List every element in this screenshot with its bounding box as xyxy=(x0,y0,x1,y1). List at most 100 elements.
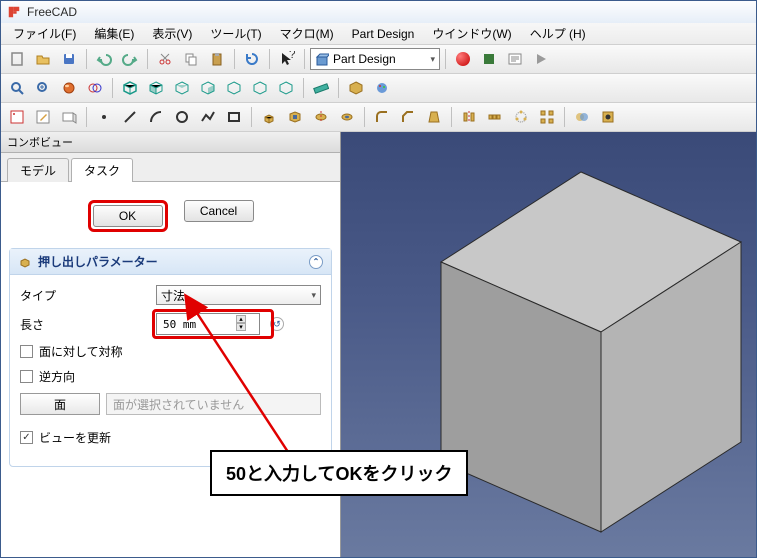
arc-button[interactable] xyxy=(144,105,168,129)
update-checkbox[interactable]: ✓ xyxy=(20,431,33,444)
view-right-button[interactable] xyxy=(196,76,220,100)
view-top-button[interactable] xyxy=(170,76,194,100)
titlebar: FreeCAD xyxy=(1,1,756,23)
menu-tools[interactable]: ツール(T) xyxy=(202,23,269,44)
tab-task[interactable]: タスク xyxy=(71,158,133,182)
edit-sketch-button[interactable] xyxy=(31,105,55,129)
circle-button[interactable] xyxy=(170,105,194,129)
fillet-button[interactable] xyxy=(370,105,394,129)
freecad-logo xyxy=(7,5,21,19)
draft-icon xyxy=(426,109,442,125)
copy-button[interactable] xyxy=(179,47,203,71)
ok-button[interactable]: OK xyxy=(93,205,163,227)
groove-button[interactable] xyxy=(335,105,359,129)
polar-pattern-icon xyxy=(513,109,529,125)
paste-button[interactable] xyxy=(205,47,229,71)
polyline-icon xyxy=(200,109,216,125)
point-button[interactable] xyxy=(92,105,116,129)
cancel-button[interactable]: Cancel xyxy=(184,200,254,222)
redo-button[interactable] xyxy=(118,47,142,71)
whatsthis-button[interactable]: ? xyxy=(275,47,299,71)
tab-model[interactable]: モデル xyxy=(7,158,69,182)
revolution-button[interactable] xyxy=(309,105,333,129)
arc-icon xyxy=(148,109,164,125)
draft-button[interactable] xyxy=(422,105,446,129)
refresh-button[interactable] xyxy=(240,47,264,71)
save-button[interactable] xyxy=(57,47,81,71)
spin-up-icon[interactable]: ▴ xyxy=(236,315,246,323)
new-file-button[interactable] xyxy=(5,47,29,71)
cube-iso-icon xyxy=(122,80,138,96)
reversed-checkbox[interactable] xyxy=(20,370,33,383)
chamfer-icon xyxy=(400,109,416,125)
save-icon xyxy=(61,51,77,67)
draw-style-button[interactable] xyxy=(57,76,81,100)
menubar: ファイル(F) 編集(E) 表示(V) ツール(T) マクロ(M) Part D… xyxy=(1,23,756,45)
face-select-button[interactable]: 面 xyxy=(20,393,100,415)
collapse-icon[interactable]: ⌃ xyxy=(309,255,323,269)
cube-top-icon xyxy=(174,80,190,96)
measure-button[interactable] xyxy=(309,76,333,100)
menu-macro[interactable]: マクロ(M) xyxy=(272,23,342,44)
mirror-button[interactable] xyxy=(457,105,481,129)
open-file-button[interactable] xyxy=(31,47,55,71)
type-combo[interactable]: 寸法 xyxy=(156,285,321,305)
spin-down-icon[interactable]: ▾ xyxy=(236,323,246,331)
rectangle-button[interactable] xyxy=(222,105,246,129)
macro-record-button[interactable] xyxy=(451,47,475,71)
chamfer-button[interactable] xyxy=(396,105,420,129)
scissors-icon xyxy=(157,51,173,67)
menu-edit[interactable]: 編集(E) xyxy=(86,23,142,44)
stereo-button[interactable] xyxy=(83,76,107,100)
group-header[interactable]: 押し出しパラメーター ⌃ xyxy=(10,249,331,275)
cut-button[interactable] xyxy=(153,47,177,71)
menu-file[interactable]: ファイル(F) xyxy=(5,23,84,44)
hole-button[interactable] xyxy=(596,105,620,129)
file-icon xyxy=(9,51,25,67)
view-iso-button[interactable] xyxy=(118,76,142,100)
separator xyxy=(86,49,87,69)
macro-play-button[interactable] xyxy=(529,47,553,71)
view-rear-button[interactable] xyxy=(222,76,246,100)
svg-text:?: ? xyxy=(289,51,295,61)
separator xyxy=(451,107,452,127)
menu-help[interactable]: ヘルプ (H) xyxy=(522,23,594,44)
pocket-button[interactable] xyxy=(283,105,307,129)
map-sketch-button[interactable] xyxy=(57,105,81,129)
linear-pattern-button[interactable] xyxy=(483,105,507,129)
macro-stop-button[interactable] xyxy=(477,47,501,71)
symmetric-checkbox[interactable] xyxy=(20,345,33,358)
new-sketch-button[interactable] xyxy=(5,105,29,129)
part-button[interactable] xyxy=(344,76,368,100)
separator xyxy=(303,78,304,98)
appearance-button[interactable] xyxy=(370,76,394,100)
cube-rear-icon xyxy=(226,80,242,96)
macro-list-button[interactable] xyxy=(503,47,527,71)
menu-partdesign[interactable]: Part Design xyxy=(344,25,423,43)
separator xyxy=(86,107,87,127)
linear-pattern-icon xyxy=(487,109,503,125)
play-icon xyxy=(533,51,549,67)
menu-view[interactable]: 表示(V) xyxy=(144,23,200,44)
polar-pattern-button[interactable] xyxy=(509,105,533,129)
separator xyxy=(251,107,252,127)
length-spinner[interactable]: ▴▾ xyxy=(236,315,246,331)
undo-button[interactable] xyxy=(92,47,116,71)
zoom-in-button[interactable] xyxy=(31,76,55,100)
polyline-button[interactable] xyxy=(196,105,220,129)
menu-window[interactable]: ウインドウ(W) xyxy=(424,23,519,44)
line-button[interactable] xyxy=(118,105,142,129)
boolean-button[interactable] xyxy=(570,105,594,129)
view-front-button[interactable] xyxy=(144,76,168,100)
point-icon xyxy=(96,109,112,125)
view-bottom-button[interactable] xyxy=(248,76,272,100)
workbench-selector[interactable]: Part Design xyxy=(310,48,440,70)
length-reset-button[interactable]: ↺ xyxy=(270,317,284,331)
view-left-button[interactable] xyxy=(274,76,298,100)
pad-button[interactable] xyxy=(257,105,281,129)
group-body: タイプ 寸法 長さ ▴▾ ↺ xyxy=(10,275,331,466)
zoom-fit-button[interactable] xyxy=(5,76,29,100)
app-title: FreeCAD xyxy=(27,5,77,19)
face-field: 面が選択されていません xyxy=(106,393,321,415)
multi-transform-button[interactable] xyxy=(535,105,559,129)
